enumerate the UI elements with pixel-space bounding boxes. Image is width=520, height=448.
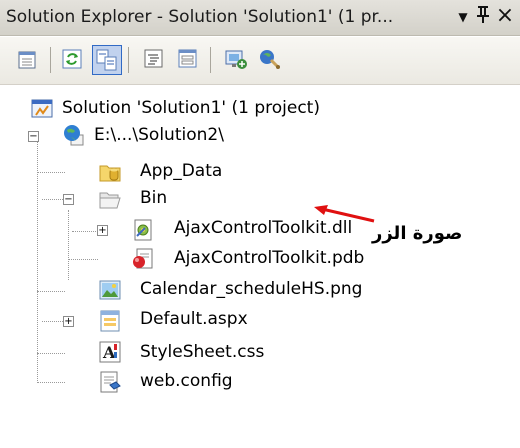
copy-website-icon — [225, 50, 247, 69]
website-project-icon — [64, 125, 84, 146]
aspnet-configuration-icon — [260, 50, 280, 69]
view-code-button[interactable] — [140, 45, 170, 75]
annotation-arrow — [314, 205, 375, 223]
expand-icon[interactable]: + — [63, 316, 74, 327]
config-label: web.config — [140, 371, 233, 391]
image-file-icon — [99, 280, 121, 300]
solution-icon — [31, 99, 53, 118]
aspnet-configuration-button[interactable] — [256, 45, 286, 75]
png-label: Calendar_scheduleHS.png — [140, 279, 363, 299]
project-label: E:\...\Solution2\ — [94, 125, 224, 145]
app-data-folder-icon — [99, 165, 121, 182]
nest-related-files-button[interactable] — [92, 45, 122, 75]
view-designer-button[interactable] — [174, 45, 204, 75]
dropdown-icon[interactable]: ▼ — [452, 10, 474, 36]
open-folder-icon — [99, 192, 121, 209]
annotation-label: صورة الزر — [372, 223, 463, 244]
pdb-label: AjaxControlToolkit.pdb — [174, 248, 365, 268]
copy-website-button[interactable] — [222, 45, 252, 75]
properties-button[interactable] — [14, 45, 44, 75]
toolbar-separator — [210, 47, 211, 73]
stylesheet-icon: A — [99, 341, 121, 363]
app-data-label: App_Data — [140, 161, 223, 181]
pin-icon[interactable] — [472, 4, 494, 30]
tree-node-pdb[interactable]: AjaxControlToolkit.pdb — [0, 246, 400, 272]
properties-icon — [18, 51, 36, 69]
toolbar — [0, 37, 520, 85]
view-designer-icon — [178, 49, 197, 68]
toolbar-separator — [128, 47, 129, 73]
collapse-icon[interactable]: − — [28, 131, 39, 142]
expand-icon[interactable]: + — [97, 225, 108, 236]
tree-node-app-data[interactable]: App_Data — [0, 159, 400, 185]
dll-file-icon — [134, 219, 152, 241]
config-file-icon — [100, 371, 121, 393]
bin-label: Bin — [140, 188, 168, 208]
solution-tree: Solution 'Solution1' (1 project) − E:\..… — [0, 86, 520, 448]
tree-node-css[interactable]: A StyleSheet.css — [0, 340, 400, 366]
refresh-button[interactable] — [58, 45, 88, 75]
pdb-file-icon — [133, 248, 153, 269]
window-title: Solution Explorer - Solution 'Solution1'… — [6, 7, 394, 27]
tree-node-solution[interactable]: Solution 'Solution1' (1 project) — [0, 96, 400, 122]
tree-node-default[interactable]: + Default.aspx — [0, 308, 400, 334]
nest-files-icon — [96, 49, 117, 71]
tree-node-project[interactable]: − E:\...\Solution2\ — [0, 123, 400, 149]
default-label: Default.aspx — [140, 309, 248, 329]
aspx-page-icon — [100, 310, 120, 332]
solution-label: Solution 'Solution1' (1 project) — [62, 98, 320, 118]
view-code-icon — [144, 49, 163, 68]
tree-node-png[interactable]: Calendar_scheduleHS.png — [0, 278, 400, 304]
refresh-icon — [62, 49, 82, 69]
svg-text:A: A — [102, 343, 116, 362]
tree-node-config[interactable]: web.config — [0, 369, 400, 395]
toolbar-separator — [50, 47, 51, 73]
close-icon[interactable]: × — [494, 3, 516, 29]
title-bar: Solution Explorer - Solution 'Solution1'… — [0, 0, 520, 36]
collapse-icon[interactable]: − — [63, 194, 74, 205]
css-label: StyleSheet.css — [140, 342, 265, 362]
